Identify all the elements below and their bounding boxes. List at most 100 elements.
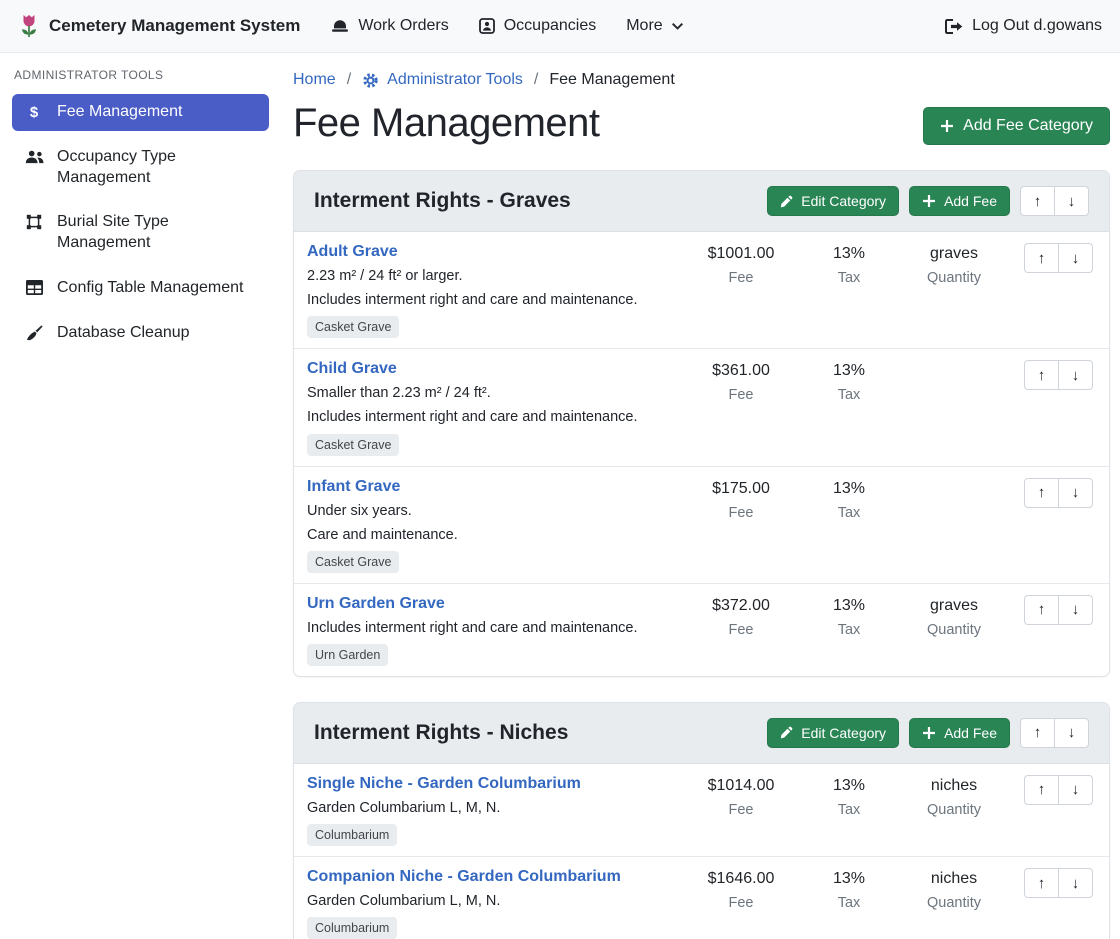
sidebar-item-label: Occupancy Type Management (57, 147, 257, 189)
fee-info: Infant Grave Under six years.Care and ma… (307, 478, 685, 573)
plus-icon (922, 194, 936, 208)
move-fee-up-button[interactable]: ↑ (1024, 775, 1059, 805)
fee-info: Child Grave Smaller than 2.23 m² / 24 ft… (307, 360, 685, 455)
sidebar-item-config-table-management[interactable]: Config Table Management (12, 270, 269, 307)
sidebar-item-label: Database Cleanup (57, 323, 190, 344)
tax-column: 13% Tax (797, 478, 901, 521)
top-navbar: Cemetery Management System Work Orders O… (0, 0, 1120, 53)
move-fee-down-button[interactable]: ↓ (1058, 775, 1093, 805)
arrow-up-icon: ↑ (1038, 485, 1046, 500)
sidebar-item-fee-management[interactable]: $ Fee Management (12, 94, 269, 131)
quantity-unit: graves (901, 245, 1007, 263)
tax-column-label: Tax (797, 895, 901, 911)
fee-amount: $1001.00 (685, 245, 797, 263)
logout-label: Log Out d.gowans (972, 17, 1102, 35)
fee-reorder-group: ↑ ↓ (1007, 243, 1093, 273)
move-fee-down-button[interactable]: ↓ (1058, 360, 1093, 390)
fee-name-link[interactable]: Companion Niche - Garden Columbarium (307, 868, 621, 886)
move-category-up-button[interactable]: ↑ (1020, 186, 1055, 216)
tax-column: 13% Tax (797, 360, 901, 403)
move-category-down-button[interactable]: ↓ (1054, 718, 1089, 748)
arrow-down-icon: ↓ (1072, 876, 1080, 891)
move-fee-up-button[interactable]: ↑ (1024, 360, 1059, 390)
arrow-up-icon: ↑ (1038, 876, 1046, 891)
move-fee-up-button[interactable]: ↑ (1024, 868, 1059, 898)
fee-type-badge: Columbarium (307, 824, 397, 846)
fee-column-label: Fee (685, 505, 797, 521)
fee-type-badge: Casket Grave (307, 551, 399, 573)
quantity-column-label: Quantity (901, 802, 1007, 818)
fee-description: Includes interment right and care and ma… (307, 291, 675, 309)
edit-category-button[interactable]: Edit Category (767, 186, 899, 216)
fee-row: Urn Garden Grave Includes interment righ… (294, 583, 1109, 676)
quantity-column: niches Quantity (901, 868, 1007, 911)
sidebar-item-database-cleanup[interactable]: Database Cleanup (12, 315, 269, 352)
nav-item-more[interactable]: More (611, 8, 697, 44)
plus-icon (922, 726, 936, 740)
arrow-down-icon: ↓ (1068, 194, 1076, 209)
move-fee-up-button[interactable]: ↑ (1024, 478, 1059, 508)
add-fee-button[interactable]: Add Fee (909, 718, 1010, 748)
category-header: Interment Rights - Niches Edit Category … (294, 703, 1109, 764)
breadcrumb-separator: / (534, 71, 538, 89)
arrow-down-icon: ↓ (1072, 602, 1080, 617)
fee-info: Companion Niche - Garden Columbarium Gar… (307, 868, 685, 939)
sidebar-item-label: Fee Management (57, 102, 182, 123)
fee-name-link[interactable]: Urn Garden Grave (307, 595, 445, 613)
main-content: Home / Administrator Tools / Fee Managem… (281, 53, 1120, 939)
breadcrumb-admin-tools-link[interactable]: Administrator Tools (362, 71, 523, 89)
fee-description: Includes interment right and care and ma… (307, 408, 675, 426)
tax-column: 13% Tax (797, 775, 901, 818)
breadcrumb-section-label: Administrator Tools (387, 71, 523, 89)
fee-column-label: Fee (685, 387, 797, 403)
breadcrumb-separator: / (347, 71, 351, 89)
nav-item-label: Occupancies (504, 17, 597, 35)
add-fee-category-button[interactable]: Add Fee Category (923, 107, 1110, 145)
fee-info: Urn Garden Grave Includes interment righ… (307, 595, 685, 666)
move-fee-up-button[interactable]: ↑ (1024, 595, 1059, 625)
nav-item-occupancies[interactable]: Occupancies (464, 8, 612, 44)
tulip-logo-icon (18, 13, 40, 40)
move-fee-up-button[interactable]: ↑ (1024, 243, 1059, 273)
primary-nav: Work Orders Occupancies More (316, 8, 697, 44)
fee-type-badge: Urn Garden (307, 644, 388, 666)
tax-column-label: Tax (797, 802, 901, 818)
sidebar-item-label: Burial Site Type Management (57, 212, 257, 254)
edit-category-button[interactable]: Edit Category (767, 718, 899, 748)
logout-button[interactable]: Log Out d.gowans (945, 17, 1102, 35)
fee-name-link[interactable]: Child Grave (307, 360, 397, 378)
sidebar-item-burial-site-type-management[interactable]: Burial Site Type Management (12, 204, 269, 262)
gear-icon (362, 72, 379, 89)
fee-name-link[interactable]: Infant Grave (307, 478, 400, 496)
arrow-up-icon: ↑ (1034, 194, 1042, 209)
quantity-unit: niches (901, 777, 1007, 795)
fee-name-link[interactable]: Single Niche - Garden Columbarium (307, 775, 581, 793)
fee-row: Companion Niche - Garden Columbarium Gar… (294, 856, 1109, 939)
vector-square-icon (24, 214, 44, 230)
breadcrumb-home-link[interactable]: Home (293, 71, 336, 89)
add-fee-button[interactable]: Add Fee (909, 186, 1010, 216)
nav-item-work-orders[interactable]: Work Orders (316, 8, 463, 44)
tax-column-label: Tax (797, 387, 901, 403)
add-fee-label: Add Fee (944, 193, 997, 209)
app-brand[interactable]: Cemetery Management System (18, 13, 300, 40)
nav-item-label: Work Orders (358, 17, 448, 35)
move-category-down-button[interactable]: ↓ (1054, 186, 1089, 216)
move-fee-down-button[interactable]: ↓ (1058, 868, 1093, 898)
tax-rate: 13% (797, 245, 901, 263)
fee-column-label: Fee (685, 895, 797, 911)
fee-reorder-group: ↑ ↓ (1007, 360, 1093, 390)
app-title: Cemetery Management System (49, 16, 300, 36)
move-category-up-button[interactable]: ↑ (1020, 718, 1055, 748)
move-fee-down-button[interactable]: ↓ (1058, 595, 1093, 625)
move-fee-down-button[interactable]: ↓ (1058, 243, 1093, 273)
fee-name-link[interactable]: Adult Grave (307, 243, 398, 261)
fee-row: Single Niche - Garden Columbarium Garden… (294, 764, 1109, 856)
arrow-up-icon: ↑ (1038, 251, 1046, 266)
fee-amount: $1646.00 (685, 870, 797, 888)
fee-row: Infant Grave Under six years.Care and ma… (294, 466, 1109, 583)
sidebar-item-occupancy-type-management[interactable]: Occupancy Type Management (12, 139, 269, 197)
quantity-column-label: Quantity (901, 622, 1007, 638)
edit-category-label: Edit Category (801, 193, 886, 209)
move-fee-down-button[interactable]: ↓ (1058, 478, 1093, 508)
